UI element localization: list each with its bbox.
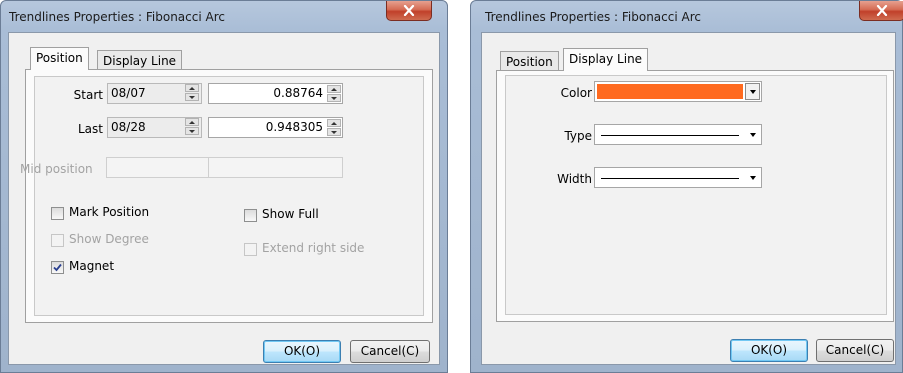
color-swatch	[597, 84, 743, 99]
line-type-select[interactable]	[594, 124, 762, 145]
tab-page-position: Start 08/07 0.88764 Last 08/28 0.948305 …	[20, 69, 433, 323]
spin-down-button[interactable]	[185, 127, 199, 135]
start-label: Start	[73, 88, 103, 102]
ok-button[interactable]: OK(O)	[730, 339, 808, 362]
tab-position[interactable]: Position	[500, 51, 559, 71]
tab-display-line[interactable]: Display Line	[97, 50, 183, 70]
trendline-properties-dialog-position: Trendlines Properties : Fibonacci Arc Po…	[0, 0, 448, 373]
tab-display-line[interactable]: Display Line	[563, 48, 649, 71]
chevron-down-icon	[750, 90, 756, 94]
width-label: Width	[557, 172, 592, 186]
spin-down-button[interactable]	[327, 94, 341, 102]
extend-right-side-checkbox	[244, 243, 257, 256]
spin-up-button[interactable]	[327, 85, 341, 93]
spin-up-button[interactable]	[185, 84, 199, 92]
type-label: Type	[564, 129, 592, 143]
extend-right-side-label: Extend right side	[262, 241, 365, 255]
mark-position-label: Mark Position	[69, 205, 150, 219]
last-value-text: 0.948305	[265, 120, 323, 134]
display-line-group: Color Type Width	[505, 75, 887, 315]
magnet-checkbox[interactable]	[51, 261, 64, 274]
chevron-down-icon	[750, 133, 756, 137]
spin-up-icon	[331, 121, 337, 125]
spin-up-button[interactable]	[327, 119, 341, 127]
show-degree-label: Show Degree	[69, 232, 149, 246]
dialog-client-area: Position Display Line Start 08/07 0.8876…	[8, 32, 440, 365]
spin-down-icon	[189, 95, 195, 99]
title-bar[interactable]: Trendlines Properties : Fibonacci Arc	[1, 1, 447, 33]
window-title: Trendlines Properties : Fibonacci Arc	[485, 10, 701, 24]
mid-position-label: Mid position	[20, 162, 93, 176]
tab-page-display-line: Color Type Width	[496, 70, 894, 322]
line-width-preview	[601, 178, 739, 179]
show-degree-checkbox	[51, 234, 64, 247]
mid-date-field	[106, 157, 221, 178]
close-button[interactable]	[386, 1, 432, 21]
close-icon	[403, 5, 415, 16]
line-type-preview	[601, 135, 739, 136]
spin-down-icon	[189, 129, 195, 133]
trendline-properties-dialog-display-line: Trendlines Properties : Fibonacci Arc Po…	[470, 0, 903, 373]
start-date-spinner[interactable]	[181, 83, 201, 104]
tab-position[interactable]: Position	[30, 47, 89, 70]
checkmark-icon	[53, 263, 62, 272]
spin-up-icon	[331, 87, 337, 91]
color-label: Color	[560, 86, 592, 100]
magnet-label: Magnet	[69, 259, 115, 273]
spin-down-button[interactable]	[185, 93, 199, 101]
line-width-select[interactable]	[594, 167, 762, 188]
last-label: Last	[78, 122, 103, 136]
last-date-spinner[interactable]	[181, 117, 201, 138]
spin-down-icon	[331, 130, 337, 134]
ok-button[interactable]: OK(O)	[263, 340, 341, 363]
dialog-client-area: Position Display Line Color Type Width O…	[481, 32, 896, 365]
spin-down-icon	[331, 96, 337, 100]
position-group: Start 08/07 0.88764 Last 08/28 0.948305 …	[20, 76, 424, 316]
mid-value-field	[208, 157, 343, 178]
mark-position-checkbox[interactable]	[51, 207, 64, 220]
close-icon	[876, 5, 888, 16]
chevron-down-icon	[750, 176, 756, 180]
spin-up-icon	[189, 120, 195, 124]
start-value-field[interactable]: 0.88764	[208, 83, 343, 104]
show-full-label: Show Full	[262, 207, 319, 221]
spin-up-icon	[189, 86, 195, 90]
show-full-checkbox[interactable]	[244, 209, 257, 222]
window-title: Trendlines Properties : Fibonacci Arc	[9, 10, 225, 24]
close-button[interactable]	[859, 1, 903, 21]
last-value-field[interactable]: 0.948305	[208, 117, 343, 138]
color-select[interactable]	[594, 81, 762, 102]
spin-down-button[interactable]	[327, 128, 341, 136]
start-value-text: 0.88764	[273, 86, 323, 100]
cancel-button[interactable]: Cancel(C)	[350, 340, 430, 363]
color-dropdown-button[interactable]	[745, 83, 760, 100]
spin-up-button[interactable]	[185, 118, 199, 126]
title-bar[interactable]: Trendlines Properties : Fibonacci Arc	[471, 1, 903, 33]
cancel-button[interactable]: Cancel(C)	[816, 339, 894, 362]
